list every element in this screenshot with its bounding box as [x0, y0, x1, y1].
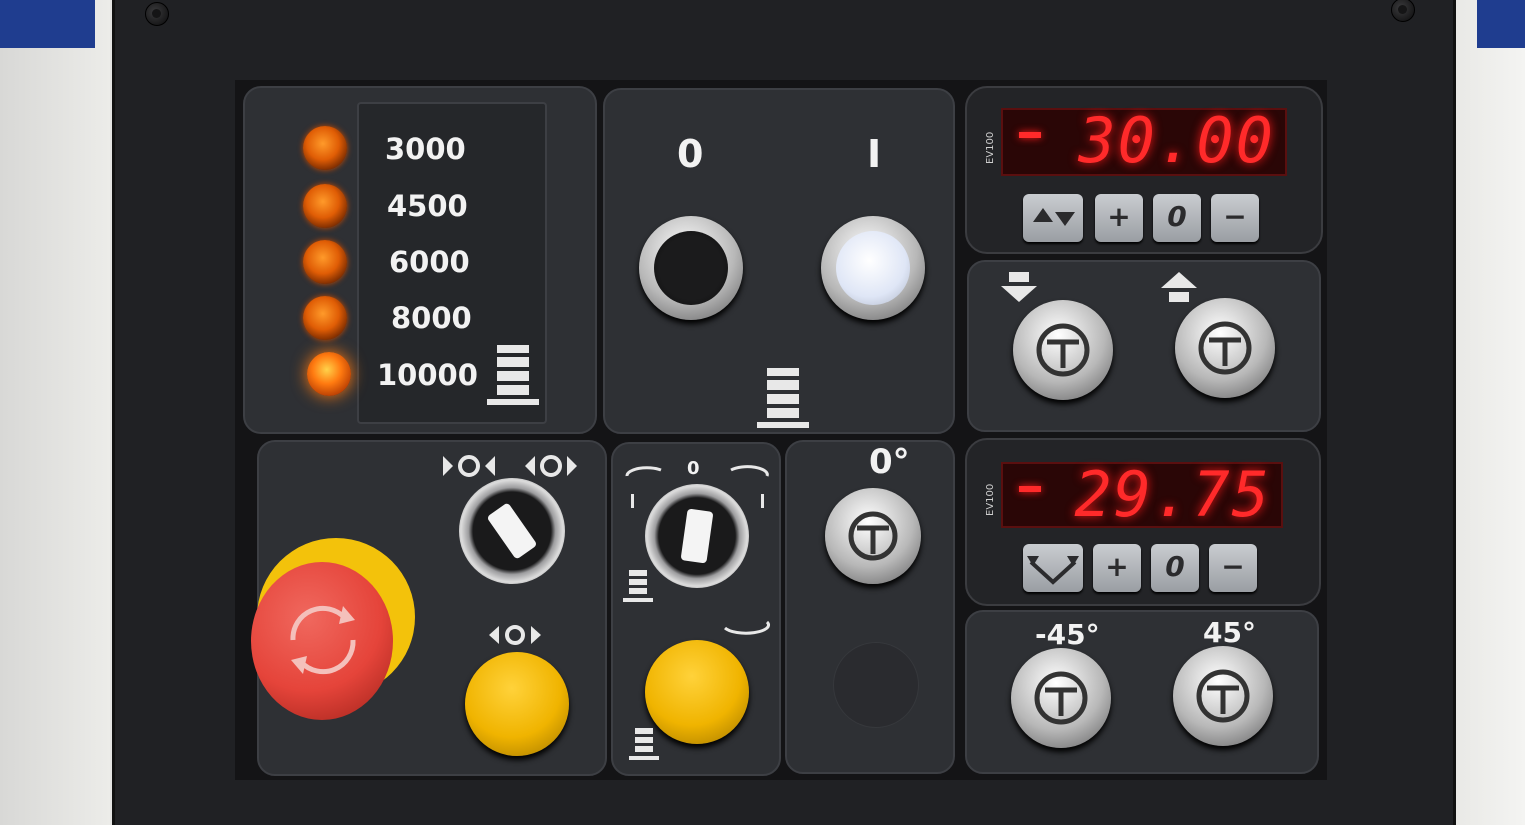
rotate-icon	[723, 620, 771, 635]
angle-mode-key[interactable]	[1023, 544, 1083, 592]
tilt-plus45-button[interactable]	[1173, 646, 1273, 746]
minus-key[interactable]: −	[1209, 544, 1257, 592]
speed-led-3000	[303, 126, 347, 170]
rotate-release-icon	[290, 605, 356, 675]
right-background-wall	[1455, 0, 1525, 825]
plus-key[interactable]: +	[1093, 544, 1141, 592]
off-button[interactable]	[639, 216, 743, 320]
angle-value: 29.75	[1074, 458, 1271, 531]
screw-icon	[1391, 0, 1415, 22]
display-model-label: EV100	[985, 483, 996, 516]
zero-key[interactable]: 0	[1153, 194, 1201, 242]
speed-label: 8000	[391, 301, 472, 335]
spindle-icon	[623, 570, 653, 602]
clamp-button[interactable]	[465, 652, 569, 756]
up-down-arrows-icon	[1033, 208, 1075, 226]
zero-angle-label: 0°	[869, 442, 910, 482]
rotation-center-label: 0	[687, 458, 700, 479]
rotation-module: 0	[611, 442, 781, 776]
t-symbol-icon	[848, 511, 898, 561]
spindle-icon	[757, 368, 809, 428]
t-symbol-icon	[1034, 671, 1088, 725]
spindle-icon	[487, 345, 539, 405]
arrow-down-icon	[1001, 272, 1037, 302]
height-readout: 30.00	[1001, 104, 1287, 177]
off-label: 0	[677, 132, 704, 176]
zero-angle-module: 0°	[785, 440, 955, 774]
zero-angle-button[interactable]	[825, 488, 921, 584]
rotation-button[interactable]	[645, 640, 749, 744]
blank-button-slot	[833, 642, 919, 728]
angle-sign	[1019, 486, 1041, 492]
t-symbol-icon	[1198, 321, 1252, 375]
clamp-selector-knob[interactable]	[459, 478, 565, 584]
clamp-icon	[489, 625, 541, 645]
height-display: 30.00 EV100 + 0 −	[965, 86, 1323, 254]
minus-key[interactable]: −	[1211, 194, 1259, 242]
plus-key[interactable]: +	[1095, 194, 1143, 242]
screw-icon	[145, 2, 169, 26]
speed-label: 6000	[389, 245, 470, 279]
display-model-label: EV100	[985, 131, 996, 164]
tilt-minus45-button[interactable]	[1011, 648, 1111, 748]
speed-module: 3000 4500 6000 8000 10000	[243, 86, 597, 434]
zero-key[interactable]: 0	[1151, 544, 1199, 592]
blue-trim	[0, 0, 95, 48]
tilt-arrows-icon	[1027, 556, 1079, 585]
speed-led-4500	[303, 184, 347, 228]
power-switch-module: 0 I	[603, 88, 955, 434]
blue-trim	[1477, 0, 1525, 48]
rotation-selector-knob[interactable]	[645, 484, 749, 588]
t-symbol-icon	[1036, 323, 1090, 377]
angle-display: 29.75 EV100 + 0 −	[965, 438, 1321, 606]
control-panel: 3000 4500 6000 8000 10000 0 I 30.00 EV10…	[235, 80, 1327, 780]
plus45-label: 45°	[1203, 616, 1256, 649]
height-value: 30.00	[1078, 104, 1275, 177]
left-background-wall	[0, 0, 110, 825]
clamp-direction-icons	[443, 455, 577, 477]
move-down-button[interactable]	[1013, 300, 1113, 400]
height-jog-module	[967, 260, 1321, 432]
move-up-button[interactable]	[1175, 298, 1275, 398]
angle-readout: 29.75	[1001, 458, 1283, 531]
on-button[interactable]	[821, 216, 925, 320]
spindle-icon	[629, 728, 659, 760]
emergency-module	[251, 440, 607, 776]
t-symbol-icon	[1196, 669, 1250, 723]
emergency-stop-button[interactable]	[251, 562, 393, 720]
speed-label: 4500	[387, 189, 468, 223]
minus45-label: -45°	[1035, 618, 1100, 651]
height-sign	[1019, 132, 1041, 138]
tilt-module: -45° 45°	[965, 610, 1319, 774]
speed-led-8000	[303, 296, 347, 340]
on-label: I	[867, 132, 882, 176]
speed-led-6000	[303, 240, 347, 284]
speed-label: 3000	[385, 132, 466, 166]
speed-led-10000	[307, 352, 351, 396]
arrow-up-icon	[1161, 272, 1197, 302]
speed-label: 10000	[377, 358, 478, 392]
up-down-toggle-key[interactable]	[1023, 194, 1083, 242]
